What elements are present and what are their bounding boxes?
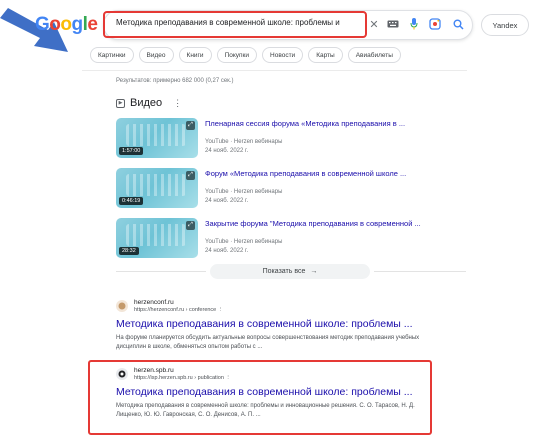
chip-images[interactable]: Картинки <box>90 47 134 63</box>
video-source: YouTube · Herzen вебинары <box>205 139 283 145</box>
result-url: https://herzenconf.ru › conference ⋮ <box>134 307 223 313</box>
show-all-label: Показать все <box>262 268 306 275</box>
logo-letter: g <box>71 14 84 35</box>
show-all-divider <box>374 271 466 272</box>
video-date: 24 нояб. 2022 г. <box>205 248 249 254</box>
logo-letter: o <box>60 14 72 35</box>
logo-letter: G <box>35 14 50 35</box>
logo-letter: e <box>87 14 98 35</box>
highlight-box <box>103 11 367 38</box>
show-all-divider <box>116 271 206 272</box>
more-icon[interactable]: ⋮ <box>173 98 182 109</box>
logo-letter: o <box>49 14 61 35</box>
show-all-button[interactable]: Показать все → <box>210 264 370 279</box>
video-item[interactable]: ⤢ 28:32 Закрытие форума "Методика препод… <box>116 218 466 262</box>
result-url-text: https://herzenconf.ru › conference <box>134 307 217 313</box>
video-source: YouTube · Herzen вебинары <box>205 189 283 195</box>
video-item[interactable]: ⤢ 1:57:00 Пленарная сессия форума «Метод… <box>116 118 466 162</box>
result-snippet: На форуме планируется обсудить актуальны… <box>116 335 420 350</box>
video-section-title: Видео <box>130 97 163 109</box>
video-duration: 0:46:19 <box>119 197 144 205</box>
play-icon: ▶ <box>116 98 125 108</box>
video-title[interactable]: Закрытие форума "Методика преподавания в… <box>205 219 455 228</box>
lens-icon[interactable] <box>428 14 442 34</box>
google-logo[interactable]: Google <box>35 14 98 36</box>
video-duration: 28:32 <box>119 247 139 255</box>
keyboard-icon[interactable] <box>386 14 400 34</box>
chip-shopping[interactable]: Покупки <box>216 47 258 63</box>
video-item[interactable]: ⤢ 0:46:19 Форум «Методика преподавания в… <box>116 168 466 212</box>
close-icon[interactable]: ✕ <box>368 14 380 34</box>
video-thumbnail[interactable]: ⤢ 0:46:19 <box>116 168 198 208</box>
video-source: YouTube · Herzen вебинары <box>205 239 283 245</box>
video-date: 24 нояб. 2022 г. <box>205 198 249 204</box>
yandex-button[interactable]: Yandex <box>481 14 529 36</box>
search-icon[interactable] <box>451 14 465 34</box>
expand-icon: ⤢ <box>186 121 195 130</box>
video-thumbnail[interactable]: ⤢ 28:32 <box>116 218 198 258</box>
result-stats: Результатов: примерно 682 000 (0,27 сек.… <box>116 78 234 84</box>
video-thumbnail[interactable]: ⤢ 1:57:00 <box>116 118 198 158</box>
video-title[interactable]: Форум «Методика преподавания в современн… <box>205 169 455 178</box>
result-title-link[interactable]: Методика преподавания в современной школ… <box>116 318 413 330</box>
video-title[interactable]: Пленарная сессия форума «Методика препод… <box>205 119 455 128</box>
chip-maps[interactable]: Карты <box>308 47 343 63</box>
expand-icon: ⤢ <box>186 221 195 230</box>
video-duration: 1:57:00 <box>119 147 144 155</box>
video-section-header: ▶ Видео ⋮ <box>116 97 182 109</box>
filter-chips: Картинки Видео Книги Покупки Новости Кар… <box>90 47 401 63</box>
chip-video[interactable]: Видео <box>138 47 174 63</box>
chip-books[interactable]: Книги <box>178 47 212 63</box>
chip-flights[interactable]: Авиабилеты <box>347 47 401 63</box>
chip-news[interactable]: Новости <box>262 47 304 63</box>
arrow-right-icon: → <box>310 268 318 275</box>
video-date: 24 нояб. 2022 г. <box>205 148 249 154</box>
result-site-name: herzenconf.ru <box>134 299 174 306</box>
more-icon[interactable]: ⋮ <box>218 307 224 313</box>
highlight-box <box>88 360 432 435</box>
header-divider <box>82 70 467 71</box>
mic-icon[interactable] <box>408 14 420 34</box>
expand-icon: ⤢ <box>186 171 195 180</box>
site-favicon <box>116 300 128 312</box>
